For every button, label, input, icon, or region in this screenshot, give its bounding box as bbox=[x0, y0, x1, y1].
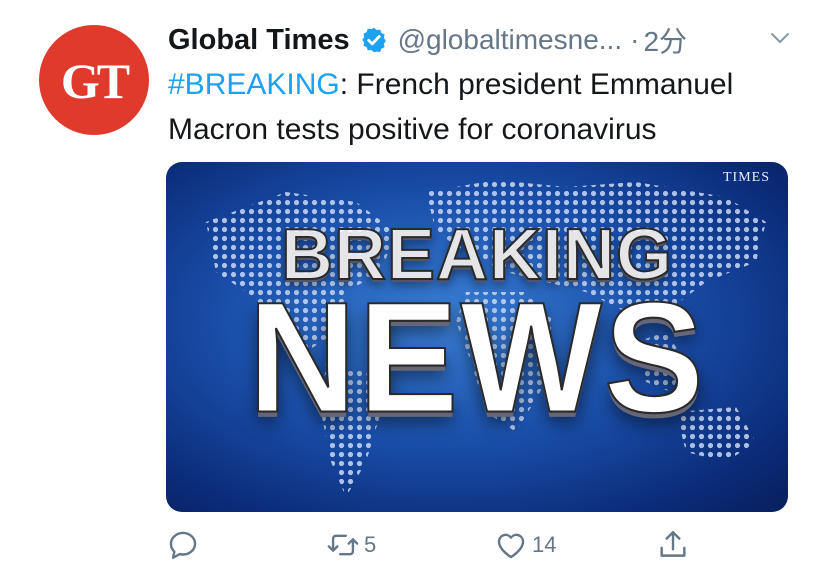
account-name[interactable]: Global Times bbox=[168, 24, 350, 57]
verified-badge-icon bbox=[361, 27, 386, 53]
avatar[interactable]: GT bbox=[39, 25, 149, 135]
retweet-button[interactable]: 5 bbox=[326, 528, 376, 562]
tweet-header: Global Times @globaltimesne... · 2分 bbox=[168, 20, 687, 60]
retweet-icon bbox=[327, 534, 359, 556]
hashtag-link[interactable]: #BREAKING bbox=[168, 68, 340, 101]
separator-dot: · bbox=[630, 24, 640, 55]
chevron-down-icon[interactable] bbox=[768, 26, 792, 50]
avatar-logo-text: GT bbox=[60, 53, 130, 109]
share-icon bbox=[660, 531, 686, 557]
watermark-text: TIMES bbox=[723, 170, 770, 185]
heart-icon bbox=[497, 533, 525, 559]
headline-news: NEWS bbox=[247, 268, 706, 446]
tweet-text: #BREAKING: French president Emmanuel Mac… bbox=[168, 62, 808, 152]
tweet-actions: 5 14 bbox=[166, 528, 706, 568]
reply-button[interactable] bbox=[166, 528, 204, 562]
like-button[interactable]: 14 bbox=[494, 528, 556, 562]
tweet-media-image[interactable]: TIMES BREAKING NEWS bbox=[166, 162, 788, 512]
share-button[interactable] bbox=[656, 528, 694, 562]
like-count: 14 bbox=[532, 532, 557, 557]
retweet-count: 5 bbox=[364, 532, 377, 557]
reply-icon bbox=[169, 531, 197, 559]
tweet-timestamp[interactable]: 2分 bbox=[643, 20, 687, 60]
account-handle[interactable]: @globaltimesne... bbox=[398, 24, 623, 56]
